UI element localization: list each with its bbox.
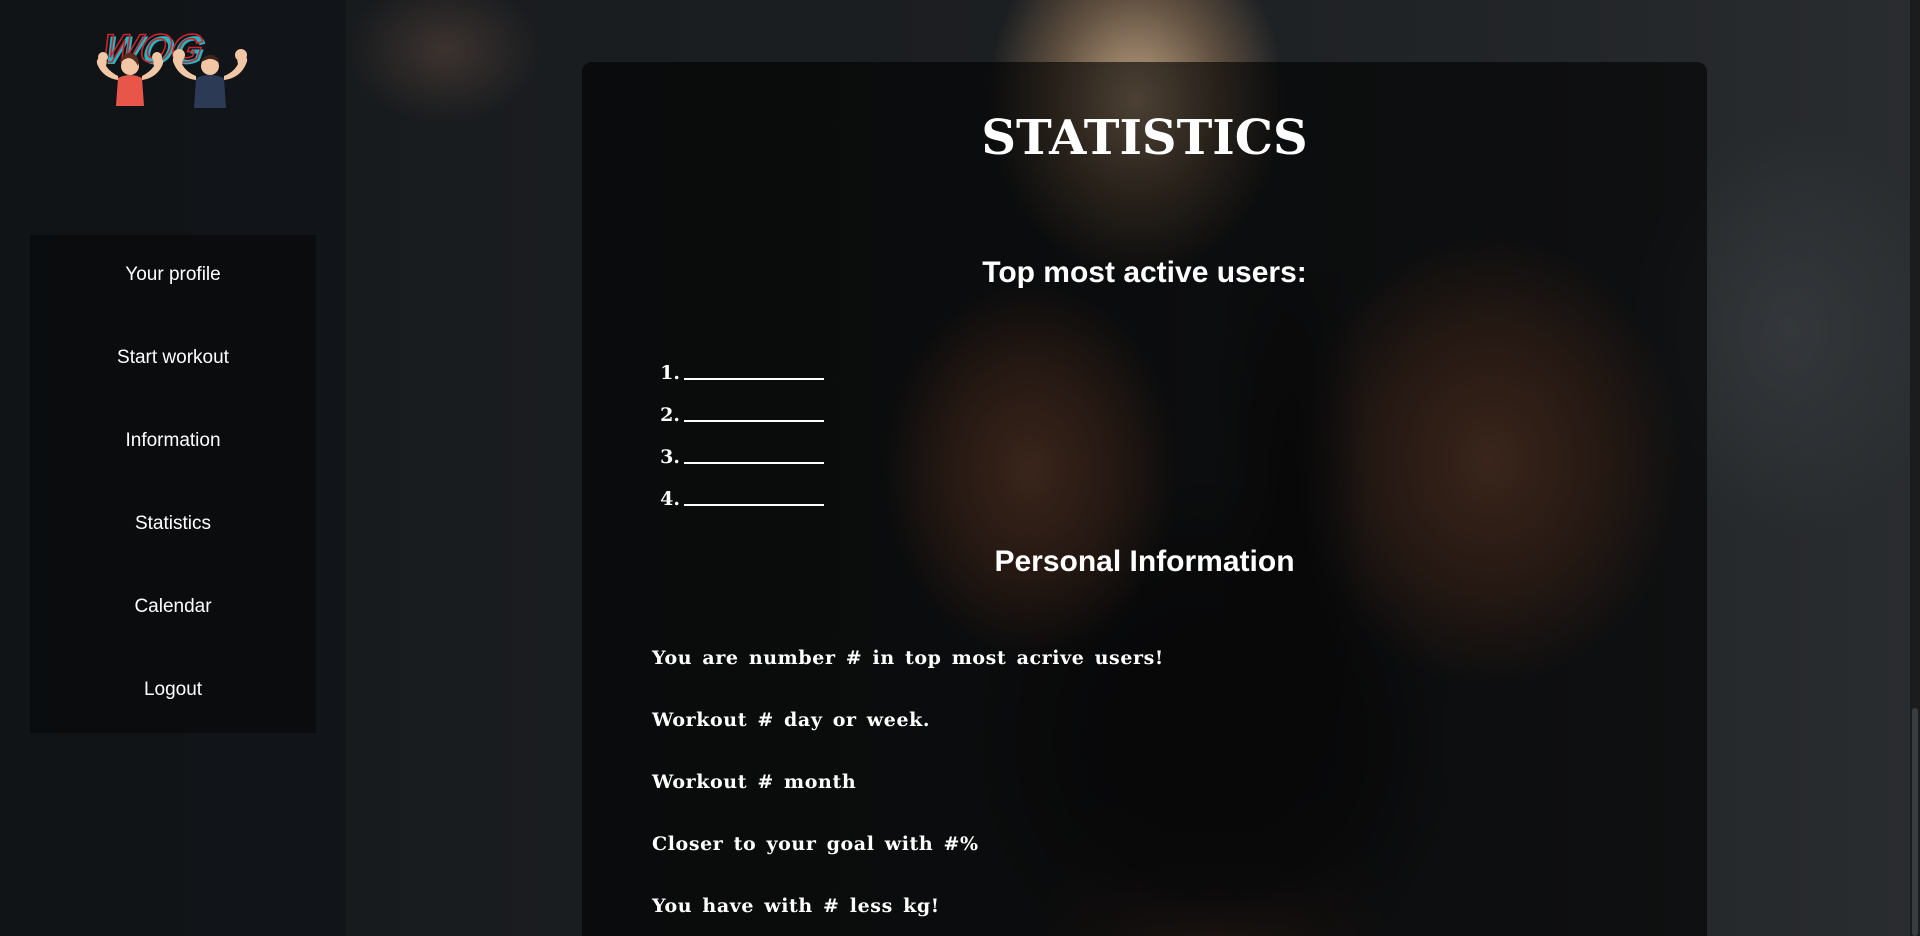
sidebar-item-calendar[interactable]: Calendar <box>30 587 316 627</box>
info-line-weight: You have with # less kg! <box>652 895 940 917</box>
logo-graphic: WOG WOG <box>96 25 248 108</box>
info-line-workout-week: Workout # day or week. <box>652 709 931 731</box>
page-scrollbar[interactable] <box>1910 0 1920 936</box>
rank-name-blank <box>684 419 824 422</box>
rank-item-4: 4. <box>652 482 824 510</box>
sidebar: WOG WOG Your profile Start workout Infor… <box>0 0 346 936</box>
info-line-rank: You are number # in top most acrive user… <box>652 647 1164 669</box>
sidebar-item-statistics[interactable]: Statistics <box>30 504 316 544</box>
sidebar-item-information[interactable]: Information <box>30 421 316 461</box>
rank-item-2: 2. <box>652 398 824 426</box>
rank-number: 1. <box>660 362 680 384</box>
rank-number: 4. <box>660 488 680 510</box>
rank-item-1: 1. <box>652 356 824 384</box>
info-line-goal: Closer to your goal with #% <box>652 833 979 855</box>
sidebar-item-start-workout[interactable]: Start workout <box>30 338 316 378</box>
rank-number: 3. <box>660 446 680 468</box>
rank-number: 2. <box>660 404 680 426</box>
svg-text:WOG: WOG <box>99 26 207 71</box>
info-line-workout-month: Workout # month <box>652 771 857 793</box>
sidebar-nav: Your profile Start workout Information S… <box>30 235 316 733</box>
rank-name-blank <box>684 503 824 506</box>
personal-info-heading: Personal Information <box>994 545 1295 578</box>
rank-name-blank <box>684 461 824 464</box>
app-logo[interactable]: WOG WOG <box>84 24 260 114</box>
sidebar-item-logout[interactable]: Logout <box>30 670 316 710</box>
rank-name-blank <box>684 377 824 380</box>
page: WOG WOG Your profile Start workout Infor… <box>0 0 1920 936</box>
page-title: STATISTICS <box>981 110 1308 166</box>
rank-item-3: 3. <box>652 440 824 468</box>
sidebar-item-your-profile[interactable]: Your profile <box>30 255 316 295</box>
top-users-heading: Top most active users: <box>982 256 1307 289</box>
